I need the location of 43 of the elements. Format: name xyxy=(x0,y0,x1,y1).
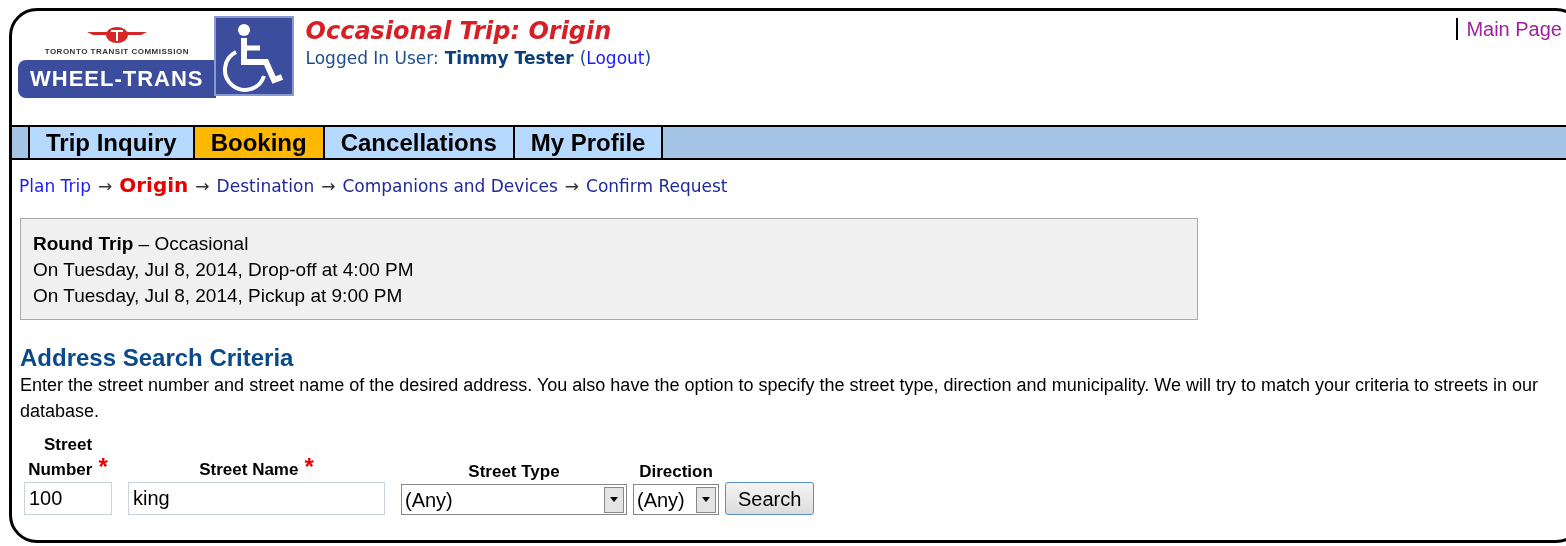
text-field[interactable]: 100 xyxy=(24,482,112,515)
section-description: Enter the street number and street name of the desired address. You also have the option to specify the street type, direction and municipality. We will try to match your criteria to streets in our database. xyxy=(20,374,1540,423)
user-name: Timmy Tester xyxy=(444,47,574,70)
breadcrumb-step[interactable]: Destination xyxy=(216,174,315,200)
wheelchair-icon xyxy=(213,16,294,96)
main-page-link[interactable]: Main Page xyxy=(1456,18,1562,40)
dropdown-caret-icon xyxy=(610,497,618,502)
dropdown-field[interactable]: (Any) xyxy=(401,484,627,515)
required-mark: * xyxy=(304,457,314,477)
nav-tab[interactable]: Trip Inquiry xyxy=(28,127,193,158)
logout-bracket: ( xyxy=(579,47,587,70)
trip-time: On Tuesday, Jul 8, 2014, Drop-off at 4:00 PM xyxy=(33,258,415,282)
search-button[interactable]: Search xyxy=(725,482,815,515)
nav-tab[interactable]: My Profile xyxy=(512,127,664,158)
wheel-trans-logo-text: WHEEL-TRANS xyxy=(18,60,216,98)
page-title: Occasional Trip: Origin xyxy=(305,16,613,46)
arrow-separator: → xyxy=(321,175,336,198)
trip-time: On Tuesday, Jul 8, 2014, Pickup at 9:00 PM xyxy=(33,284,404,308)
arrow-separator: → xyxy=(97,175,113,198)
nav-tab[interactable]: Cancellations xyxy=(322,127,513,158)
logged-in-label: Logged In User: xyxy=(305,47,439,70)
dropdown-caret-icon xyxy=(702,497,710,502)
arrow-separator: → xyxy=(195,175,210,198)
nav-tab[interactable]: Booking xyxy=(192,127,323,158)
required-mark: * xyxy=(98,457,108,477)
agency-name: TORONTO TRANSIT COMMISSION xyxy=(44,46,189,58)
arrow-separator: → xyxy=(564,175,580,198)
breadcrumb-step[interactable]: Companions and Devices xyxy=(342,174,558,200)
breadcrumb-step[interactable]: Confirm Request xyxy=(586,174,728,200)
field-label: Street Name xyxy=(199,459,299,481)
field-label: Street Type xyxy=(468,461,560,483)
dropdown-field[interactable]: (Any) xyxy=(633,484,719,515)
section-heading: Address Search Criteria xyxy=(20,344,294,372)
trip-type: Round Trip – Occasional xyxy=(33,232,250,256)
field-label: Number xyxy=(28,459,93,481)
text-field[interactable]: king xyxy=(128,482,385,515)
logout-bracket: ) xyxy=(644,47,652,70)
field-label: Direction xyxy=(639,461,713,483)
streetcar-logo-icon xyxy=(86,26,147,44)
logout-link[interactable]: Logout xyxy=(586,46,645,70)
breadcrumb-step[interactable]: Plan Trip xyxy=(19,174,91,200)
field-label: Street xyxy=(43,434,93,456)
breadcrumb-step[interactable]: Origin xyxy=(119,170,189,200)
